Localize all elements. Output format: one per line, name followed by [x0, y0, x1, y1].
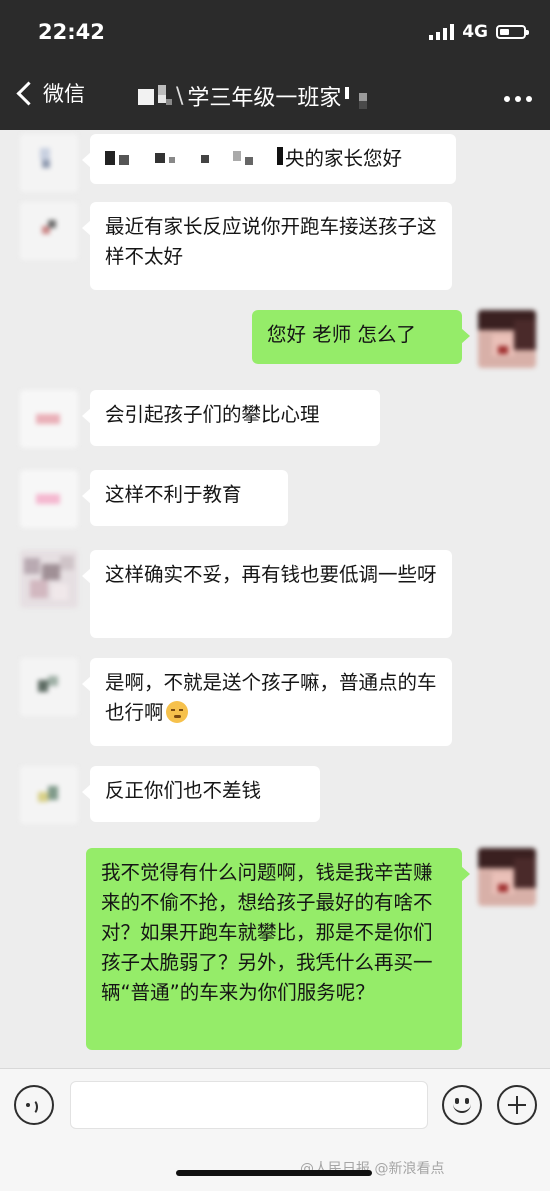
message-bubble[interactable]: 是啊，不就是送个孩子嘛，普通点的车也行啊: [82, 658, 452, 746]
face-emoji-icon: [165, 701, 188, 723]
battery-icon: [496, 25, 529, 39]
voice-icon[interactable]: [14, 1085, 54, 1125]
message-text: 最近有家长反应说你开跑车接送孩子这样不太好: [105, 215, 437, 268]
avatar[interactable]: [20, 470, 78, 528]
chevron-left-icon: [16, 80, 41, 106]
message-text: 这样确实不妥，再有钱也要低调一些呀: [105, 563, 437, 586]
mosaic-redaction: [138, 85, 172, 105]
chat-title-text: 学三年级一班家: [187, 86, 342, 111]
message-bubble[interactable]: 您好 老师 怎么了: [252, 310, 470, 364]
message-text: 您好 老师 怎么了: [267, 323, 416, 346]
mosaic-redaction: [105, 147, 283, 165]
avatar[interactable]: [20, 550, 78, 608]
avatar[interactable]: [20, 658, 78, 716]
message-bubble[interactable]: 这样不利于教育: [82, 470, 288, 526]
message-text: 会引起孩子们的攀比心理: [105, 403, 320, 426]
message-input[interactable]: [70, 1081, 428, 1129]
chat-title: \ 学三年级一班家: [138, 80, 375, 112]
message-bubble[interactable]: 会引起孩子们的攀比心理: [82, 390, 380, 446]
avatar[interactable]: [20, 134, 78, 192]
nav-bar: 微信 \ 学三年级一班家: [0, 64, 550, 130]
message-text: 是啊，不就是送个孩子嘛，普通点的车也行啊: [105, 671, 437, 724]
message-bubble[interactable]: 反正你们也不差钱: [82, 766, 320, 822]
avatar[interactable]: [20, 390, 78, 448]
status-indicators: 4G: [429, 22, 529, 42]
message-bubble[interactable]: 央的家长您好: [82, 134, 456, 184]
more-dots-icon[interactable]: [504, 96, 532, 102]
home-indicator[interactable]: [176, 1170, 372, 1176]
status-time: 22:42: [38, 20, 105, 44]
mosaic-redaction-2: [345, 87, 368, 109]
message-text: 我不觉得有什么问题啊，钱是我辛苦赚来的不偷不抢，想给孩子最好的有啥不对？如果开跑…: [101, 861, 433, 1004]
message-bubble[interactable]: 我不觉得有什么问题啊，钱是我辛苦赚来的不偷不抢，想给孩子最好的有啥不对？如果开跑…: [86, 848, 470, 1050]
avatar[interactable]: [20, 766, 78, 824]
back-label: 微信: [43, 82, 85, 106]
message-bubble[interactable]: 最近有家长反应说你开跑车接送孩子这样不太好: [82, 202, 452, 290]
avatar[interactable]: [478, 310, 536, 368]
avatar[interactable]: [478, 848, 536, 906]
back-button[interactable]: 微信: [14, 78, 85, 108]
avatar[interactable]: [20, 202, 78, 260]
chat-area[interactable]: 央的家长您好 最近有家长反应说你开跑车接送孩子这样不太好 您好 老师 怎么了 会…: [0, 130, 550, 1068]
plus-icon[interactable]: [497, 1085, 537, 1125]
emoji-icon[interactable]: [442, 1085, 482, 1125]
message-text: 这样不利于教育: [105, 483, 242, 506]
message-text: 央的家长您好: [285, 147, 403, 170]
message-bubble[interactable]: 这样确实不妥，再有钱也要低调一些呀: [82, 550, 452, 638]
status-bar: 22:42 4G: [0, 0, 550, 64]
message-text: 反正你们也不差钱: [105, 779, 262, 802]
signal-icon: [429, 24, 455, 40]
network-type: 4G: [462, 22, 488, 42]
